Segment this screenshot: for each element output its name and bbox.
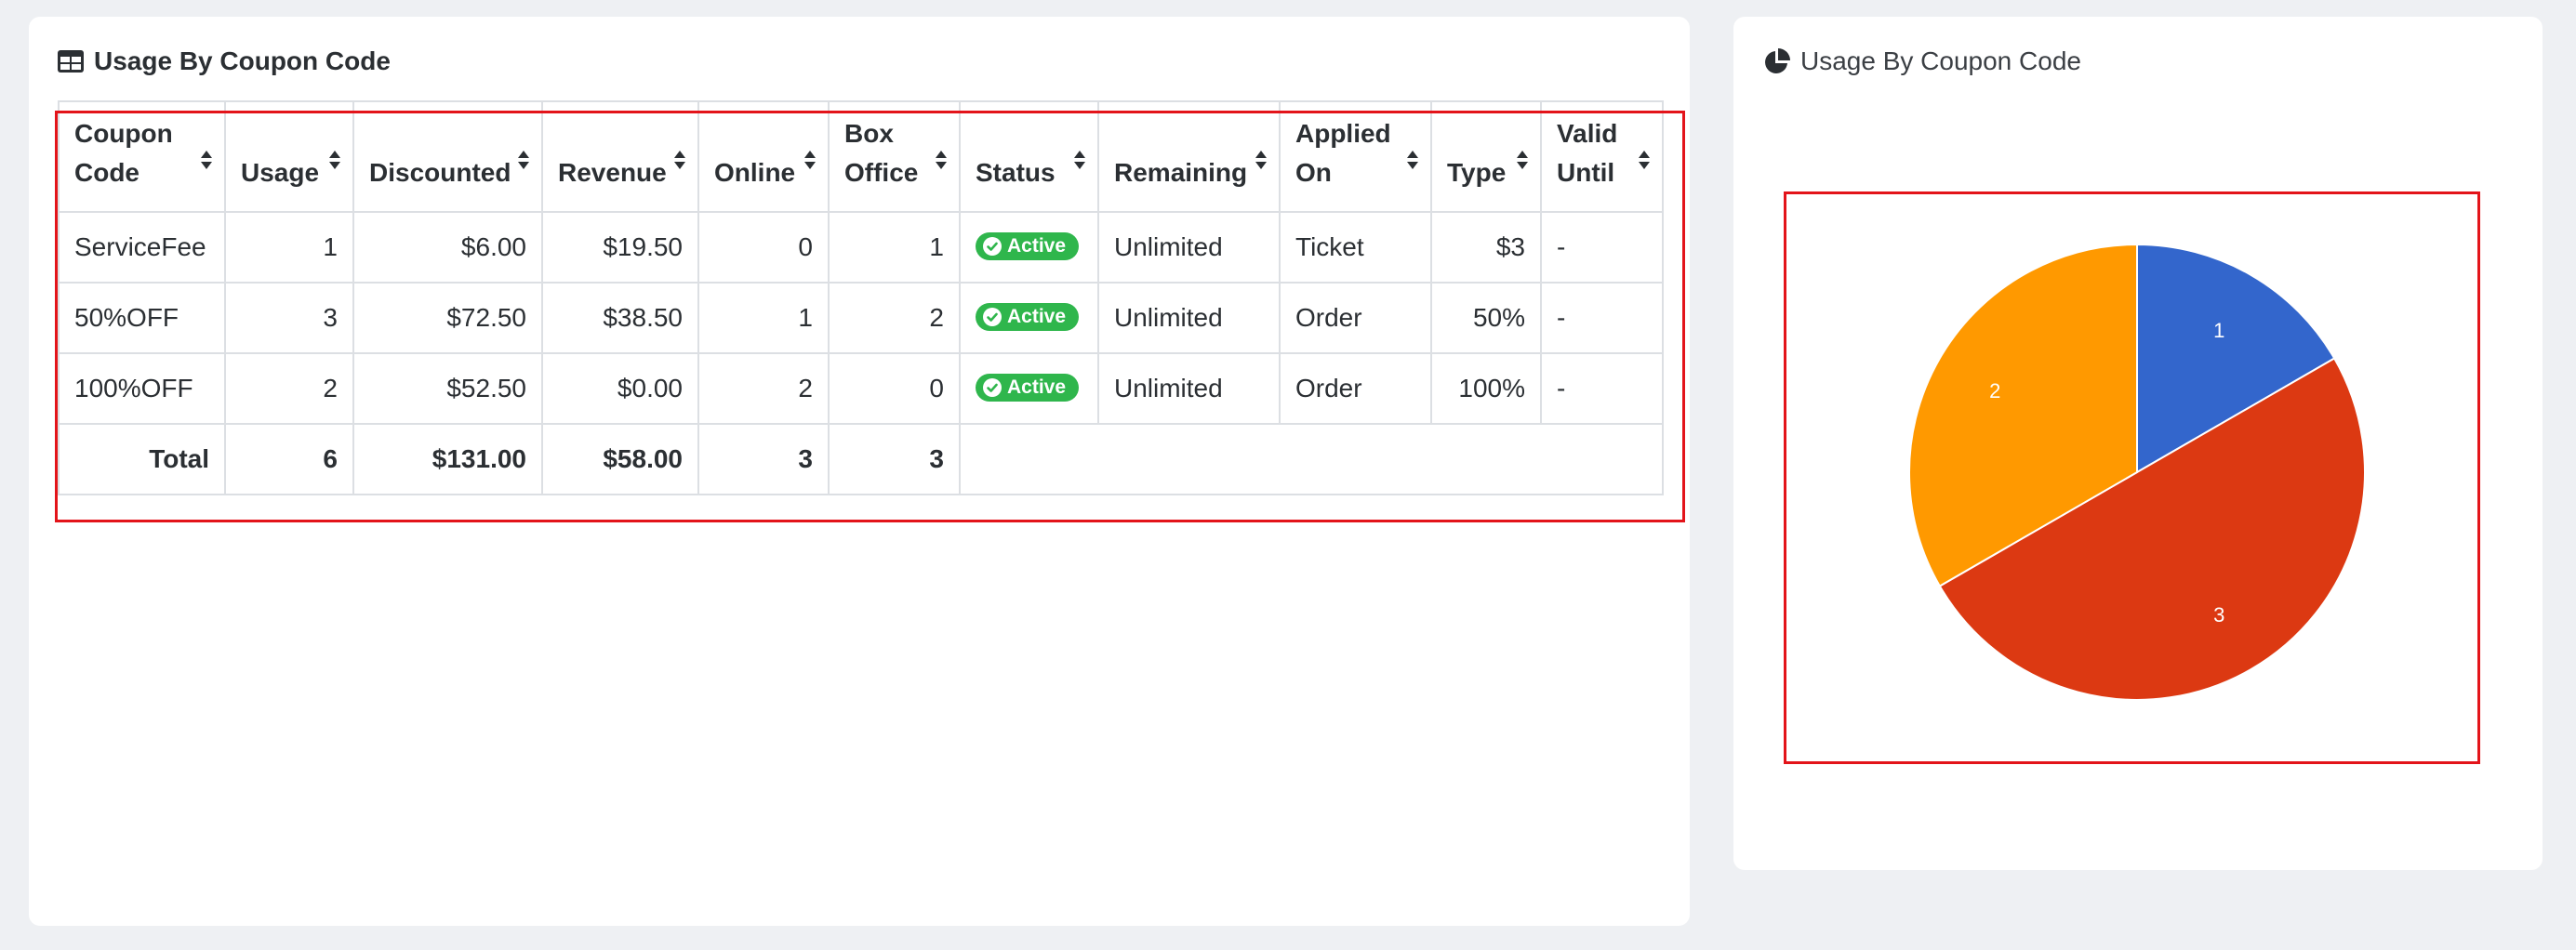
table-card-title: Usage By Coupon Code — [57, 46, 391, 76]
chart-highlight-outline — [1784, 191, 2480, 764]
table-card-title-text: Usage By Coupon Code — [94, 46, 391, 75]
pie-chart-icon — [1763, 47, 1791, 75]
chart-card-title-text: Usage By Coupon Code — [1800, 46, 2081, 75]
table-highlight-outline — [55, 111, 1685, 522]
table-icon — [57, 47, 85, 75]
chart-card-title: Usage By Coupon Code — [1763, 46, 2081, 76]
